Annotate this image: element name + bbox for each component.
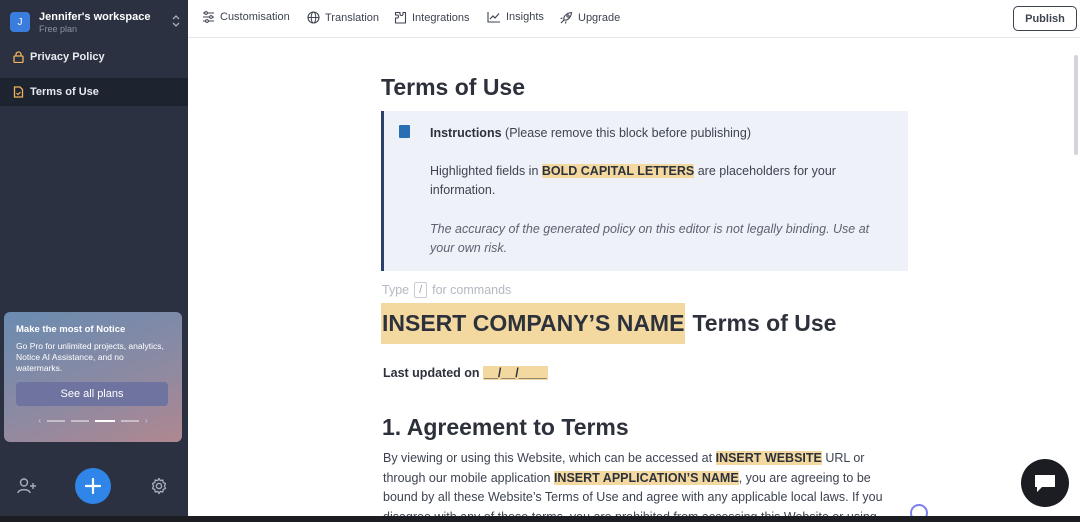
carousel-next-icon[interactable]: › xyxy=(145,416,148,425)
last-updated-label: Last updated on xyxy=(383,366,480,380)
carousel-dot-active[interactable] xyxy=(95,419,115,422)
carousel-dot[interactable] xyxy=(71,419,89,422)
section-heading[interactable]: 1. Agreement to Terms xyxy=(382,414,629,441)
editor-scrollbar[interactable] xyxy=(1074,55,1078,155)
workspace-switcher[interactable]: J Jennifer's workspace Free plan xyxy=(10,8,180,36)
document-title[interactable]: Terms of Use xyxy=(381,74,525,101)
promo-body: Go Pro for unlimited projects, analytics… xyxy=(16,341,164,373)
website-placeholder[interactable]: INSERT WEBSITE xyxy=(715,451,822,465)
sidebar-item-label: Terms of Use xyxy=(30,86,99,98)
carousel-dot[interactable] xyxy=(121,419,139,422)
plus-icon xyxy=(85,478,101,494)
placeholder-highlight: BOLD CAPITAL LETTERS xyxy=(541,164,695,178)
instructions-note: (Please remove this block before publish… xyxy=(505,126,751,140)
top-toolbar: Customisation Translation Integrations I… xyxy=(188,0,1080,38)
document-icon xyxy=(12,86,24,98)
instructions-line-1: Highlighted fields in BOLD CAPITAL LETTE… xyxy=(430,162,836,181)
section-paragraph[interactable]: By viewing or using this Website, which … xyxy=(383,449,908,522)
add-user-icon[interactable] xyxy=(17,477,37,495)
translation-label: Translation xyxy=(325,11,380,24)
insights-label: Insights xyxy=(506,11,544,23)
instructions-callout[interactable]: Instructions (Please remove this block b… xyxy=(381,111,908,271)
paragraph-text: By viewing or using this Website, which … xyxy=(383,451,713,465)
chat-button[interactable] xyxy=(1021,459,1069,507)
integrations-button[interactable]: Integrations xyxy=(394,11,469,24)
publish-button[interactable]: Publish xyxy=(1013,6,1077,31)
command-hint-text: for commands xyxy=(432,283,512,297)
chevron-updown-icon xyxy=(172,14,180,30)
chat-bubble-icon xyxy=(1035,475,1055,492)
upgrade-promo-card: Make the most of Notice Go Pro for unlim… xyxy=(4,312,182,442)
insights-button[interactable]: Insights xyxy=(487,11,544,23)
workspace-plan: Free plan xyxy=(39,23,78,34)
instructions-label: Instructions xyxy=(430,126,502,140)
integrations-label: Integrations xyxy=(412,11,470,24)
rocket-icon xyxy=(560,11,573,24)
carousel-dot[interactable] xyxy=(47,419,65,422)
application-placeholder[interactable]: INSERT APPLICATION’S NAME xyxy=(553,470,739,485)
policy-heading[interactable]: INSERT COMPANY’S NAME Terms of Use xyxy=(381,303,836,344)
instructions-line-2: information. xyxy=(430,183,496,197)
chart-icon xyxy=(487,12,500,23)
upgrade-label: Upgrade xyxy=(578,12,621,24)
instructions-header: Instructions (Please remove this block b… xyxy=(430,124,751,143)
puzzle-icon xyxy=(394,11,407,24)
company-name-placeholder[interactable]: INSERT COMPANY’S NAME xyxy=(381,303,686,344)
globe-icon xyxy=(307,11,320,24)
promo-title: Make the most of Notice xyxy=(16,324,126,335)
workspace-avatar: J xyxy=(10,12,30,32)
gear-icon[interactable] xyxy=(150,477,168,495)
date-placeholder[interactable]: __/__/____ xyxy=(483,366,548,380)
translation-button[interactable]: Translation xyxy=(307,11,379,24)
add-button[interactable] xyxy=(75,468,111,504)
upgrade-button[interactable]: Upgrade xyxy=(559,11,620,25)
taskbar-strip xyxy=(0,516,1080,522)
lock-icon xyxy=(12,51,24,63)
command-hint[interactable]: Type / for commands xyxy=(382,282,511,298)
last-updated[interactable]: Last updated on __/__/____ xyxy=(383,366,548,380)
sidebar-item-terms-of-use[interactable]: Terms of Use xyxy=(0,78,188,106)
instructions-disclaimer-1: The accuracy of the generated policy on … xyxy=(430,222,870,236)
book-icon xyxy=(399,125,410,138)
sidebar-item-privacy-policy[interactable]: Privacy Policy xyxy=(0,43,188,71)
sidebar-item-label: Privacy Policy xyxy=(30,51,105,63)
policy-heading-text: Terms of Use xyxy=(692,310,837,336)
see-all-plans-button[interactable]: See all plans xyxy=(16,382,168,406)
workspace-text: Jennifer's workspace Free plan xyxy=(39,11,172,34)
workspace-name: Jennifer's workspace xyxy=(39,10,151,23)
instructions-text: are placeholders for your xyxy=(697,164,836,178)
command-hint-text: Type xyxy=(382,283,410,297)
app-window: J Jennifer's workspace Free plan Privacy… xyxy=(0,0,1080,522)
instructions-text: Highlighted fields in xyxy=(430,164,539,178)
slash-key: / xyxy=(414,282,428,298)
promo-carousel-nav: ‹ › xyxy=(16,416,170,425)
carousel-prev-icon[interactable]: ‹ xyxy=(38,416,41,425)
customisation-label: Customisation xyxy=(220,11,290,23)
customisation-button[interactable]: Customisation xyxy=(202,11,290,23)
sliders-icon xyxy=(203,11,214,23)
sidebar-footer xyxy=(0,468,188,504)
sidebar: J Jennifer's workspace Free plan Privacy… xyxy=(0,0,188,522)
instructions-disclaimer-2: your own risk. xyxy=(430,241,508,255)
